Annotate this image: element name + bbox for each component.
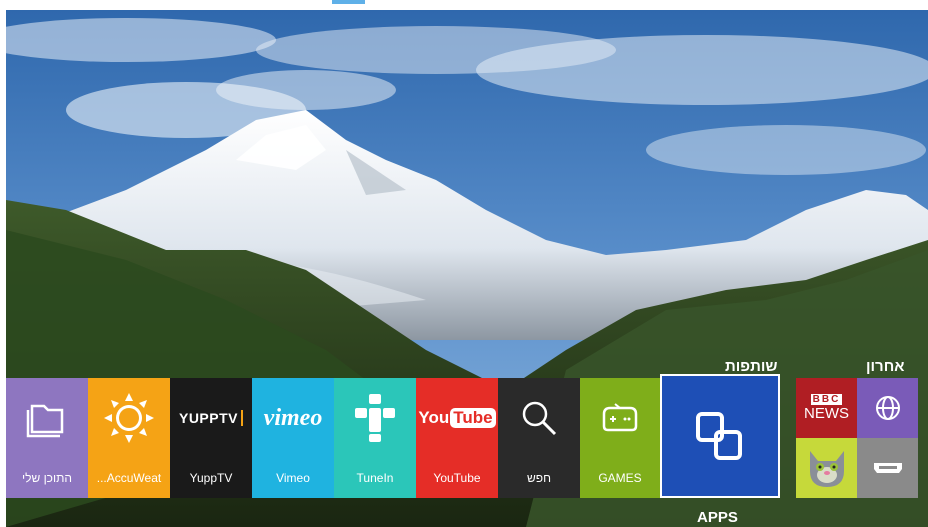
top-indicator <box>332 0 365 4</box>
tile-youtube[interactable]: You Tube YouTube <box>416 378 498 498</box>
tile-my-content[interactable]: התוכן שלי <box>6 378 88 498</box>
tile-yupptv[interactable]: YUPPTV YuppTV <box>170 378 252 498</box>
recent-web-browser[interactable] <box>857 378 918 438</box>
yupptv-logo-text: YUPPTV <box>179 410 243 426</box>
apps-icon <box>696 412 742 460</box>
partners-section-label: שותפות <box>725 358 778 375</box>
recent-talking-tom[interactable] <box>796 438 857 498</box>
youtube-logo-you: You <box>418 408 450 427</box>
app-launcher-bar: התוכן שלי ...AccuWeat YUPPTV YuppTV vime… <box>6 374 928 498</box>
recent-hdmi-source[interactable] <box>857 438 918 498</box>
tile-games[interactable]: GAMES <box>580 378 660 498</box>
talking-tom-icon <box>809 451 844 487</box>
tile-label: חפש <box>527 471 551 485</box>
globe-icon <box>875 396 900 420</box>
tile-label: TuneIn <box>356 471 394 485</box>
hdmi-icon <box>873 463 902 473</box>
bbc-news-text: NEWS <box>804 405 849 422</box>
recent-apps-group: BBC NEWS <box>796 378 918 498</box>
tunein-icon <box>353 394 397 442</box>
sun-icon <box>104 393 154 443</box>
tile-label: YuppTV <box>189 471 233 485</box>
folder-icon <box>24 394 70 442</box>
recent-section-label: אחרון <box>866 358 905 375</box>
recent-bbc-news[interactable]: BBC NEWS <box>796 378 857 438</box>
youtube-logo: You Tube <box>418 394 496 442</box>
tile-label: YouTube <box>433 471 481 485</box>
bbc-logo: BBC <box>810 394 843 405</box>
gamepad-icon <box>600 394 640 442</box>
yupptv-logo: YUPPTV <box>179 394 243 442</box>
vimeo-logo: vimeo <box>264 394 323 442</box>
tile-label: GAMES <box>598 471 642 485</box>
tile-accuweather[interactable]: ...AccuWeat <box>88 378 170 498</box>
tile-tunein[interactable]: TuneIn <box>334 378 416 498</box>
tile-label: התוכן שלי <box>22 471 72 485</box>
vimeo-logo-text: vimeo <box>263 404 323 431</box>
youtube-logo-tube: Tube <box>450 408 496 428</box>
tile-apps[interactable] <box>660 374 780 498</box>
tile-search[interactable]: חפש <box>498 378 580 498</box>
apps-label: APPS <box>697 509 738 526</box>
tile-label: Vimeo <box>276 471 310 485</box>
tile-label: ...AccuWeat <box>96 471 162 485</box>
search-icon <box>519 394 559 442</box>
tile-vimeo[interactable]: vimeo Vimeo <box>252 378 334 498</box>
